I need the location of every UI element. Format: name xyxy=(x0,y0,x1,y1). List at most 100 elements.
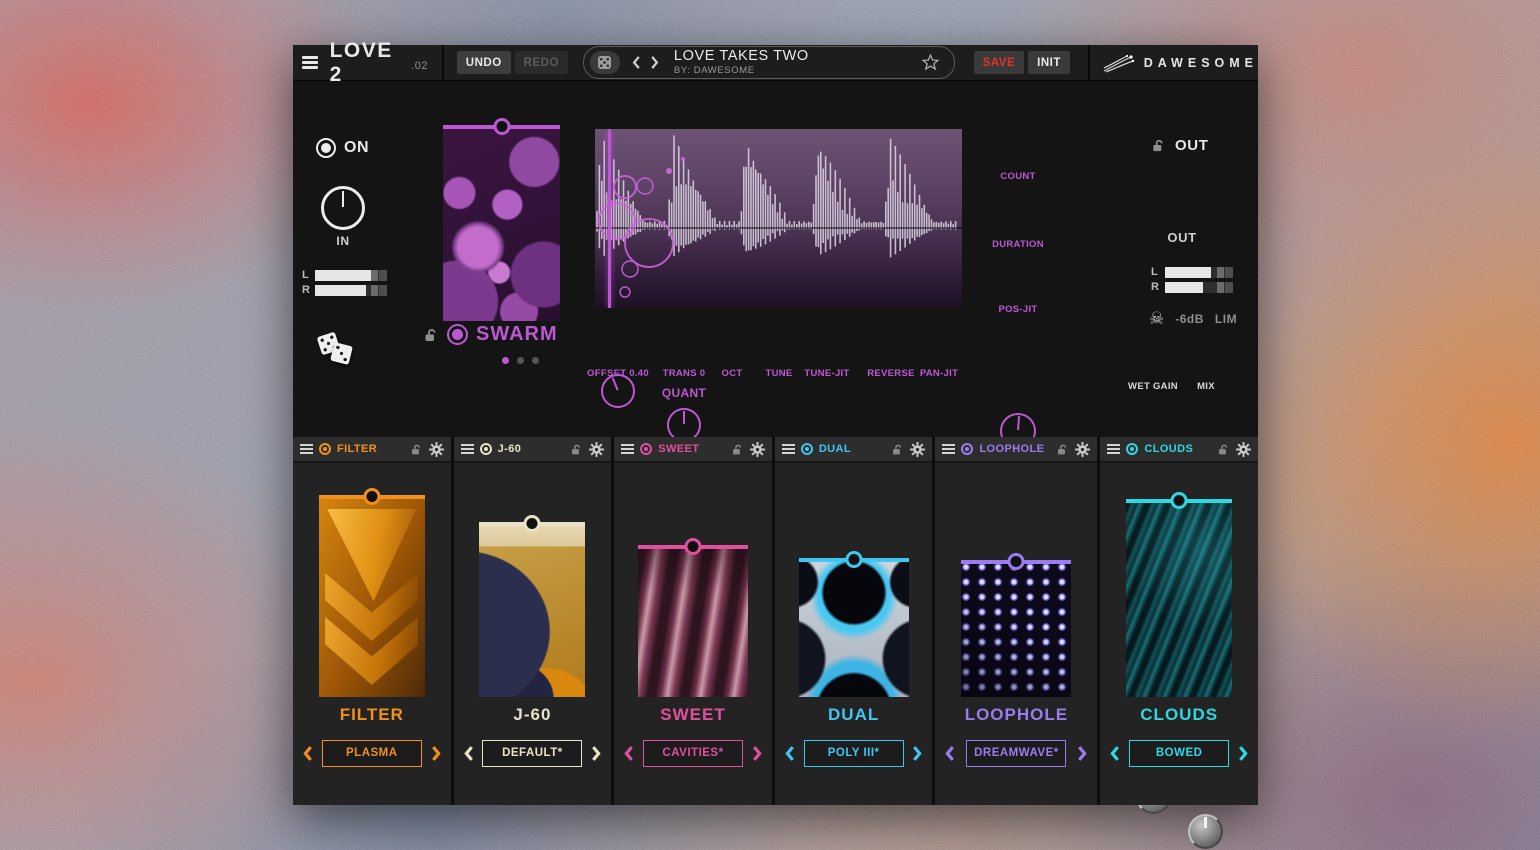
save-button[interactable]: SAVE xyxy=(974,51,1024,74)
module-preset-name[interactable]: POLY III* xyxy=(804,740,904,767)
module-image-handle[interactable] xyxy=(961,560,1071,564)
module-image-pad[interactable] xyxy=(319,497,425,697)
limiter-label[interactable]: LIM xyxy=(1215,312,1237,326)
next-module-preset-icon[interactable] xyxy=(1077,745,1088,762)
module-preset-name[interactable]: CAVITIES* xyxy=(643,740,743,767)
module-unlock-icon[interactable] xyxy=(1056,443,1069,456)
module-preset-name[interactable]: DEFAULT* xyxy=(482,740,582,767)
module-settings-gear-icon[interactable] xyxy=(750,442,765,457)
waveform-display[interactable] xyxy=(595,129,962,308)
module-artwork xyxy=(319,497,425,697)
module-menu-icon[interactable] xyxy=(300,444,313,454)
module-loophole: LOOPHOLE LOOPHOLE DREAMWAVE* xyxy=(935,437,1097,805)
module-filter: FILTER FILTER PLASMA xyxy=(293,437,451,805)
preset-browser[interactable]: LOVE TAKES TWO BY: DAWESOME xyxy=(583,46,955,79)
main-menu-icon[interactable] xyxy=(302,56,318,69)
out-header: OUT xyxy=(1151,137,1208,154)
module-settings-gear-icon[interactable] xyxy=(1236,442,1251,457)
module-image-handle[interactable] xyxy=(799,558,909,562)
module-artwork xyxy=(479,524,585,697)
prev-module-preset-icon[interactable] xyxy=(302,745,313,762)
swarm-page-dots[interactable] xyxy=(502,357,539,364)
module-power-icon[interactable] xyxy=(480,443,492,455)
module-unlock-icon[interactable] xyxy=(731,443,744,456)
swarm-image-pad[interactable] xyxy=(443,127,560,321)
favorite-star-icon[interactable] xyxy=(920,52,941,73)
module-unlock-icon[interactable] xyxy=(410,443,423,456)
module-clouds: CLOUDS CLOUDS BOWED xyxy=(1100,437,1258,805)
in-knob-label: IN xyxy=(321,234,365,248)
module-settings-gear-icon[interactable] xyxy=(910,442,925,457)
swarm-image-handle[interactable] xyxy=(443,125,560,129)
out-top-label: OUT xyxy=(1175,137,1208,154)
module-settings-gear-icon[interactable] xyxy=(429,442,444,457)
module-image-handle[interactable] xyxy=(638,545,748,549)
module-image-pad[interactable] xyxy=(479,524,585,697)
module-title: J-60 xyxy=(454,705,612,725)
module-preset-name[interactable]: PLASMA xyxy=(322,740,422,767)
module-image-pad[interactable] xyxy=(1126,501,1232,697)
module-unlock-icon[interactable] xyxy=(891,443,904,456)
engine-on-toggle[interactable]: ON xyxy=(316,138,369,158)
next-module-preset-icon[interactable] xyxy=(431,745,442,762)
module-preset-name[interactable]: BOWED xyxy=(1129,740,1229,767)
top-bar: LOVE 2 .02 UNDO REDO LOVE TAKES TWO BY: … xyxy=(293,45,1258,81)
module-preset-name[interactable]: DREAMWAVE* xyxy=(966,740,1066,767)
module-image-handle[interactable] xyxy=(319,495,425,499)
swarm-unlock-icon[interactable] xyxy=(423,327,439,343)
module-settings-gear-icon[interactable] xyxy=(1075,442,1090,457)
next-module-preset-icon[interactable] xyxy=(752,745,763,762)
module-menu-icon[interactable] xyxy=(621,444,634,454)
module-menu-icon[interactable] xyxy=(782,444,795,454)
module-unlock-icon[interactable] xyxy=(570,443,583,456)
module-dual-header: DUAL xyxy=(775,437,933,463)
randomize-dice-button[interactable] xyxy=(319,329,363,373)
module-unlock-icon[interactable] xyxy=(1217,443,1230,456)
init-button[interactable]: INIT xyxy=(1028,51,1070,74)
module-sweet: SWEET SWEET CAVITIES* xyxy=(614,437,772,805)
module-image-handle[interactable] xyxy=(479,522,585,526)
module-image-pad[interactable] xyxy=(961,562,1071,697)
playhead[interactable] xyxy=(608,129,611,308)
module-power-icon[interactable] xyxy=(319,443,331,455)
module-power-icon[interactable] xyxy=(801,443,813,455)
swarm-header: SWARM xyxy=(423,323,558,346)
in-meter-l xyxy=(315,270,387,281)
module-image-pad[interactable] xyxy=(799,560,909,697)
undo-button[interactable]: UNDO xyxy=(457,51,511,74)
offset-knob[interactable] xyxy=(601,374,635,408)
module-menu-icon[interactable] xyxy=(1107,444,1120,454)
out-meter-l xyxy=(1165,267,1233,278)
module-header-title: FILTER xyxy=(337,443,377,455)
random-preset-button[interactable] xyxy=(590,51,620,74)
next-module-preset-icon[interactable] xyxy=(1238,745,1249,762)
redo-button[interactable]: REDO xyxy=(515,51,568,74)
next-module-preset-icon[interactable] xyxy=(591,745,602,762)
module-power-icon[interactable] xyxy=(961,443,973,455)
prev-module-preset-icon[interactable] xyxy=(623,745,634,762)
module-settings-gear-icon[interactable] xyxy=(589,442,604,457)
module-image-pad[interactable] xyxy=(638,547,748,697)
next-module-preset-icon[interactable] xyxy=(912,745,923,762)
in-gain-knob[interactable] xyxy=(321,186,365,230)
swarm-power-icon[interactable] xyxy=(447,324,468,345)
module-power-icon[interactable] xyxy=(1126,443,1138,455)
prev-module-preset-icon[interactable] xyxy=(1109,745,1120,762)
out-unlock-icon[interactable] xyxy=(1151,138,1166,153)
prev-module-preset-icon[interactable] xyxy=(463,745,474,762)
module-menu-icon[interactable] xyxy=(461,444,474,454)
prev-module-preset-icon[interactable] xyxy=(944,745,955,762)
module-menu-icon[interactable] xyxy=(942,444,955,454)
preset-title: LOVE TAKES TWO xyxy=(674,49,809,65)
module-image-handle[interactable] xyxy=(1126,499,1232,503)
skull-icon[interactable]: ☠ xyxy=(1149,309,1164,329)
quant-label[interactable]: QUANT xyxy=(644,386,724,400)
prev-preset-icon[interactable] xyxy=(631,55,641,70)
limiter-db-value[interactable]: -6dB xyxy=(1175,312,1204,326)
preset-info[interactable]: LOVE TAKES TWO BY: DAWESOME xyxy=(674,49,809,76)
module-power-icon[interactable] xyxy=(640,443,652,455)
mix-knob[interactable] xyxy=(1188,814,1223,849)
module-dual: DUAL DUAL POLY III* xyxy=(775,437,933,805)
prev-module-preset-icon[interactable] xyxy=(784,745,795,762)
next-preset-icon[interactable] xyxy=(650,55,660,70)
